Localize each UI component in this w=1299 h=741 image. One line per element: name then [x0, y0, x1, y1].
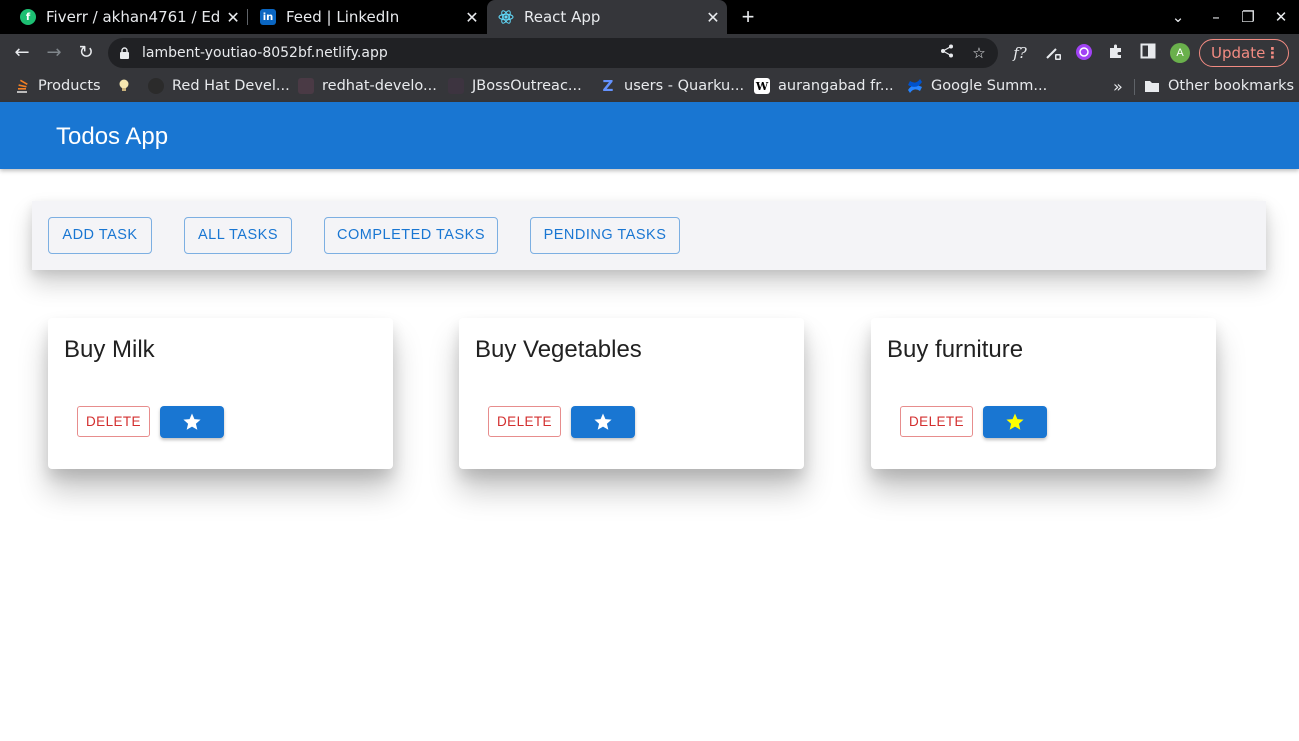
bookmark-label: redhat-develo...: [322, 78, 437, 94]
stackoverflow-icon: [14, 78, 30, 94]
lock-icon: [120, 47, 129, 59]
confluence-icon: [907, 78, 923, 94]
app-title: Todos App: [56, 123, 169, 150]
bookmark-google-summ[interactable]: Google Summ...: [907, 72, 1047, 100]
share-icon[interactable]: [938, 44, 956, 62]
todo-card: Buy furniture DELETE: [871, 318, 1216, 469]
delete-button[interactable]: DELETE: [77, 406, 150, 437]
star-button[interactable]: [160, 406, 224, 438]
zulip-icon: Z: [602, 77, 614, 95]
eyedropper-extension-icon[interactable]: [1043, 43, 1063, 63]
address-bar[interactable]: lambent-youtiao-8052bf.netlify.app ☆: [108, 38, 998, 68]
github-icon: [148, 78, 164, 94]
react-icon: [498, 9, 514, 25]
add-task-button[interactable]: ADD TASK: [48, 217, 152, 254]
new-tab-button[interactable]: +: [738, 4, 758, 30]
pending-tasks-button[interactable]: PENDING TASKS: [530, 217, 680, 254]
bookmark-bulb[interactable]: [116, 72, 140, 100]
page-icon: [298, 78, 314, 94]
purple-extension-icon[interactable]: [1074, 43, 1094, 63]
update-button[interactable]: Update ⋮: [1199, 39, 1289, 67]
bookmark-label: aurangabad fr...: [778, 78, 894, 94]
profile-avatar[interactable]: A: [1170, 43, 1190, 63]
bookmark-label: Red Hat Devel...: [172, 78, 290, 94]
tab-react-app[interactable]: React App ✕: [487, 0, 727, 34]
todo-card: Buy Milk DELETE: [48, 318, 393, 469]
star-button[interactable]: [571, 406, 635, 438]
all-tasks-button[interactable]: ALL TASKS: [184, 217, 292, 254]
delete-button[interactable]: DELETE: [488, 406, 561, 437]
completed-tasks-button[interactable]: COMPLETED TASKS: [324, 217, 498, 254]
close-tab-icon[interactable]: ✕: [226, 8, 240, 27]
bookmark-label: JBossOutreac...: [472, 78, 582, 94]
page-icon: [448, 78, 464, 94]
bookmarks-overflow-icon[interactable]: »: [1113, 72, 1123, 100]
bookmark-red-hat-devel[interactable]: Red Hat Devel...: [148, 72, 290, 100]
star-icon: [1006, 413, 1024, 430]
side-panel-icon[interactable]: [1138, 43, 1158, 63]
tab-divider: [247, 9, 248, 25]
tab-linkedin[interactable]: in Feed | LinkedIn ✕: [250, 0, 486, 34]
bookmark-products[interactable]: Products: [14, 72, 101, 100]
delete-button[interactable]: DELETE: [900, 406, 973, 437]
other-bookmarks-label: Other bookmarks: [1168, 78, 1295, 94]
menu-dots-icon: ⋮: [1265, 44, 1280, 62]
star-button[interactable]: [983, 406, 1047, 438]
formula-extension-icon[interactable]: f?: [1010, 43, 1030, 63]
reload-icon[interactable]: ↻: [75, 42, 97, 64]
bookmark-users-quarku[interactable]: Z users - Quarku...: [600, 72, 745, 100]
extensions-puzzle-icon[interactable]: [1106, 43, 1126, 63]
todo-title: Buy Vegetables: [475, 336, 642, 363]
bookmarks-bar: Products Red Hat Devel... redhat-develo.…: [0, 72, 1299, 102]
filter-bar: ADD TASK ALL TASKS COMPLETED TASKS PENDI…: [32, 201, 1266, 270]
bookmarks-divider: [1134, 79, 1135, 95]
close-tab-icon[interactable]: ✕: [705, 8, 721, 27]
browser-toolbar: ← → ↻ lambent-youtiao-8052bf.netlify.app…: [0, 34, 1299, 72]
todo-title: Buy Milk: [64, 336, 155, 363]
other-bookmarks[interactable]: Other bookmarks: [1144, 72, 1294, 100]
url-text[interactable]: lambent-youtiao-8052bf.netlify.app: [142, 38, 388, 68]
todo-title: Buy furniture: [887, 336, 1024, 363]
bookmark-star-icon[interactable]: ☆: [970, 44, 988, 62]
close-tab-icon[interactable]: ✕: [464, 8, 480, 27]
bookmark-label: users - Quarku...: [624, 78, 745, 94]
tab-title: Feed | LinkedIn: [286, 8, 400, 26]
folder-icon: [1144, 78, 1160, 94]
tab-title: Fiverr / akhan4761 / Edit G: [46, 8, 221, 26]
maximize-icon[interactable]: ❐: [1238, 0, 1258, 34]
bookmark-aurangabad[interactable]: W aurangabad fr...: [754, 72, 894, 100]
tab-search-icon[interactable]: ⌄: [1168, 0, 1188, 34]
update-label: Update: [1211, 44, 1266, 62]
bookmark-redhat-develo[interactable]: redhat-develo...: [298, 72, 437, 100]
star-icon: [594, 413, 612, 430]
bulb-icon: [116, 78, 132, 94]
wikipedia-icon: W: [754, 78, 770, 94]
fiverr-icon: f: [20, 9, 36, 25]
bookmark-label: Google Summ...: [931, 78, 1048, 94]
todo-card: Buy Vegetables DELETE: [459, 318, 804, 469]
bookmark-jbossoutreac[interactable]: JBossOutreac...: [448, 72, 582, 100]
back-arrow-icon[interactable]: ←: [11, 42, 33, 64]
close-window-icon[interactable]: ✕: [1271, 0, 1291, 34]
star-icon: [183, 413, 201, 430]
minimize-icon[interactable]: –: [1206, 0, 1226, 34]
bookmark-label: Products: [38, 78, 101, 94]
forward-arrow-icon[interactable]: →: [43, 42, 65, 64]
browser-tab-strip: f Fiverr / akhan4761 / Edit G ✕ in Feed …: [0, 0, 1299, 34]
tab-title: React App: [524, 8, 601, 26]
tab-fiverr[interactable]: f Fiverr / akhan4761 / Edit G ✕: [10, 0, 246, 34]
app-bar: Todos App: [0, 102, 1299, 169]
linkedin-icon: in: [260, 9, 276, 25]
